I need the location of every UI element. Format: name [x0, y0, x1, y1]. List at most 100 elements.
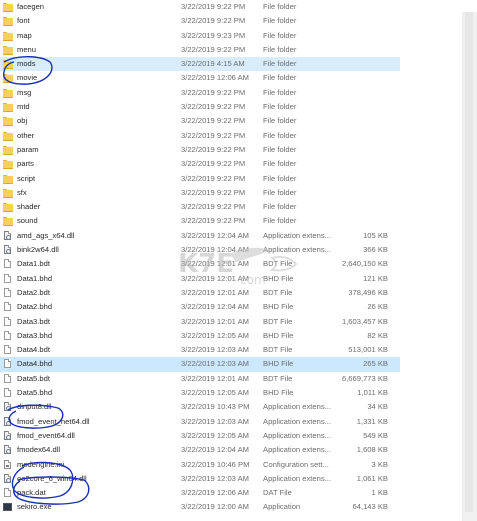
date-modified: 3/22/2019 12:01 AM — [181, 273, 249, 283]
file-size: 26 KB — [367, 302, 388, 312]
file-row[interactable]: Data4.bhd 3/22/2019 12:03 AM BHD File 265 K… — [0, 357, 400, 372]
file-row[interactable]: other 3/22/2019 9:22 PM File folder — [0, 129, 400, 143]
file-name: oo2core_6_win64.dll — [17, 473, 87, 483]
file-row[interactable]: msg 3/22/2019 9:22 PM File folder — [0, 86, 400, 100]
date-modified: 3/22/2019 9:22 PM — [181, 173, 246, 183]
folder-icon — [3, 188, 13, 198]
file-row[interactable]: movie 3/22/2019 12:06 AM File folder — [0, 71, 400, 85]
file-row[interactable]: fmod_event_net64.dll 3/22/2019 12:03 AM Ap… — [0, 415, 400, 429]
file-type: File folder — [263, 144, 297, 154]
dll-file-icon — [4, 402, 11, 412]
file-type: Application extens... — [263, 245, 331, 255]
file-row[interactable]: sfx 3/22/2019 9:22 PM File folder — [0, 186, 400, 200]
folder-icon — [3, 102, 13, 113]
file-row[interactable]: Data2.bdt 3/22/2019 12:01 AM BDT File 378,4… — [0, 286, 400, 300]
file-type: BHD File — [263, 359, 294, 369]
file-row[interactable]: Data3.bhd 3/22/2019 12:05 AM BHD File 82 KB — [0, 329, 400, 343]
file-type: Application extens... — [263, 473, 331, 483]
dll-file-icon — [4, 430, 11, 440]
file-size: 1 KB — [371, 488, 388, 498]
file-row[interactable]: obj 3/22/2019 9:22 PM File folder — [0, 114, 400, 128]
file-row[interactable]: Data4.bdt 3/22/2019 12:03 AM BDT File 513,0… — [0, 343, 400, 357]
file-row[interactable]: amd_ags_x64.dll 3/22/2019 12:04 AM Applica… — [0, 229, 400, 243]
scrollbar-thumb[interactable] — [465, 12, 473, 512]
file-icon — [4, 388, 11, 398]
file-name: map — [17, 30, 32, 40]
file-row[interactable]: Data1.bdt 3/22/2019 12:01 AM BDT File 2,640… — [0, 257, 400, 271]
date-modified: 3/22/2019 12:05 AM — [181, 330, 249, 340]
file-row[interactable]: map 3/22/2019 9:23 PM File folder — [0, 29, 400, 43]
date-modified: 3/22/2019 9:22 PM — [181, 116, 246, 126]
folder-icon — [3, 45, 13, 55]
file-type: File folder — [263, 16, 297, 26]
date-modified: 3/22/2019 12:06 AM — [181, 73, 249, 83]
date-modified: 3/22/2019 12:04 AM — [181, 445, 249, 455]
file-row[interactable]: sound 3/22/2019 9:22 PM File folder — [0, 214, 400, 228]
file-name: fmodex64.dll — [17, 445, 61, 455]
file-icon — [4, 359, 11, 369]
folder-icon — [3, 2, 13, 12]
file-row[interactable]: menu 3/22/2019 9:22 PM File folder — [0, 43, 400, 57]
file-row[interactable]: param 3/22/2019 9:22 PM File folder — [0, 143, 400, 157]
file-name: Data2.bdt — [17, 287, 50, 297]
file-type: File folder — [263, 116, 297, 126]
file-row[interactable]: script 3/22/2019 9:22 PM File folder — [0, 172, 400, 186]
file-size: 1,011 KB — [357, 388, 388, 398]
file-row[interactable]: Data2.bhd 3/22/2019 12:04 AM BHD File 26 KB — [0, 300, 400, 314]
file-name: Data5.bdt — [17, 373, 50, 383]
file-size: 2,640,150 KB — [341, 259, 388, 269]
file-row[interactable]: parts 3/22/2019 9:22 PM File folder — [0, 157, 400, 171]
file-row[interactable]: Data5.bhd 3/22/2019 12:05 AM BHD File 1,011… — [0, 386, 400, 400]
file-row[interactable]: fmod_event64.dll 3/22/2019 12:05 AM Applic… — [0, 429, 400, 443]
file-name: bink2w64.dll — [17, 245, 59, 255]
file-type: File folder — [263, 102, 297, 112]
file-icon — [4, 302, 11, 312]
folder-icon — [3, 145, 13, 155]
folder-icon — [3, 116, 13, 127]
file-name: amd_ags_x64.dll — [17, 230, 75, 240]
file-row[interactable]: modengine.ini 3/22/2019 10:46 PM Configura… — [0, 458, 400, 472]
file-row[interactable]: mtd 3/22/2019 9:22 PM File folder — [0, 100, 400, 114]
date-modified: 3/22/2019 9:22 PM — [181, 2, 246, 11]
file-row[interactable]: facegen 3/22/2019 9:22 PM File folder — [0, 0, 400, 14]
file-row[interactable]: sekiro.exe 3/22/2019 12:00 AM Application 6… — [0, 500, 400, 514]
date-modified: 3/22/2019 9:22 PM — [181, 144, 246, 154]
date-modified: 3/22/2019 9:22 PM — [181, 44, 246, 54]
folder-icon — [3, 31, 13, 41]
file-row[interactable]: font 3/22/2019 9:22 PM File folder — [0, 14, 400, 28]
folder-icon — [3, 59, 13, 70]
file-row[interactable]: fmodex64.dll 3/22/2019 12:04 AM Applicatio… — [0, 443, 400, 457]
file-name: sound — [17, 216, 38, 226]
file-name: Data3.bhd — [17, 330, 53, 340]
folder-icon — [3, 159, 13, 170]
file-type: Application extens... — [263, 430, 331, 440]
file-size: 3 KB — [371, 459, 388, 469]
application-icon — [3, 503, 12, 512]
file-type: File folder — [263, 173, 297, 183]
date-modified: 3/22/2019 12:03 AM — [181, 473, 249, 483]
folder-icon — [3, 73, 13, 84]
file-row[interactable]: Data3.bdt 3/22/2019 12:01 AM BDT File 1,603… — [0, 315, 400, 329]
dll-file-icon — [4, 245, 11, 255]
date-modified: 3/22/2019 12:03 AM — [181, 359, 249, 369]
file-row[interactable]: mods 3/22/2019 4:15 AM File folder — [0, 57, 400, 72]
folder-icon — [3, 202, 13, 213]
file-name: facegen — [17, 2, 45, 11]
file-row[interactable]: bink2w64.dll 3/22/2019 12:04 AM Applicatio… — [0, 243, 400, 257]
file-size: 34 KB — [367, 402, 388, 412]
file-row[interactable]: dinput8.dll 3/22/2019 10:43 PM Application… — [0, 400, 400, 414]
file-name: Data1.bdt — [17, 259, 50, 269]
file-row[interactable]: shader 3/22/2019 9:22 PM File folder — [0, 200, 400, 214]
file-row[interactable]: Data5.bdt 3/22/2019 12:01 AM BDT File 6,669… — [0, 372, 400, 386]
file-name: modengine.ini — [17, 459, 65, 469]
file-size: 64,143 KB — [352, 502, 388, 512]
file-name: parts — [17, 159, 34, 169]
date-modified: 3/22/2019 9:22 PM — [181, 202, 246, 212]
file-row[interactable]: pack.dat 3/22/2019 12:06 AM DAT File 1 KB — [0, 486, 400, 500]
file-name: Data4.bhd — [17, 359, 53, 369]
date-modified: 3/22/2019 12:04 AM — [181, 302, 249, 312]
file-size: 1,331 KB — [356, 416, 388, 426]
file-row[interactable]: oo2core_6_win64.dll 3/22/2019 12:03 AM App… — [0, 472, 400, 486]
file-name: Data3.bdt — [17, 316, 50, 326]
file-row[interactable]: Data1.bhd 3/22/2019 12:01 AM BHD File 121 K… — [0, 272, 400, 286]
